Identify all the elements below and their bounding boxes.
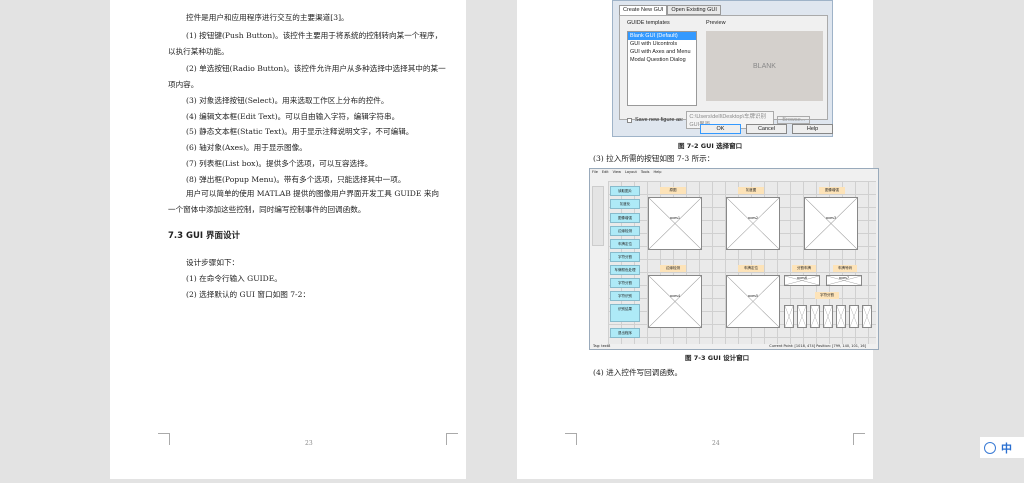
paragraph-line: (3) 对象选择按钮(Select)。用来选取工作区上分布的控件。 — [186, 96, 389, 105]
templates-list: Blank GUI (Default) GUI with Uicontrols … — [627, 31, 697, 106]
axes-placeholder — [849, 305, 859, 328]
push-button: 退出程序 — [610, 328, 640, 338]
paragraph-line: (3) 拉入所需的按钮如图 7-3 所示： — [593, 154, 715, 163]
menu-item: View — [612, 170, 621, 174]
axes-placeholder — [836, 305, 846, 328]
push-button: 字符识别 — [610, 291, 640, 301]
ime-logo-icon[interactable] — [984, 441, 996, 454]
axes-placeholder: axes1 — [648, 197, 702, 250]
paragraph-line: (4) 编辑文本框(Edit Text)。可以自由输入字符，编辑字符串。 — [186, 112, 400, 121]
template-item: GUI with Axes and Menu — [630, 49, 691, 55]
static-label: 字符分割 — [815, 292, 839, 299]
tag-status: Tag: text8 — [593, 344, 611, 348]
cancel-button: Cancel — [746, 124, 787, 134]
preview-label: Preview — [706, 20, 726, 26]
preview-box: BLANK — [706, 31, 823, 101]
gui-design-figure: File Edit View Layout Tools Help 读取图片 灰度… — [589, 168, 879, 350]
push-button: 识别结果 — [610, 304, 640, 322]
static-label: 车牌定位 — [738, 265, 764, 272]
axes-placeholder — [823, 305, 833, 328]
paragraph-line: 项内容。 — [168, 80, 199, 89]
static-label: 分割车牌 — [792, 265, 816, 272]
static-label: 原图 — [660, 187, 686, 194]
axes-placeholder — [810, 305, 820, 328]
axes-placeholder: axes4 — [648, 275, 702, 328]
menu-bar: File Edit View Layout Tools Help — [592, 170, 661, 174]
character-axes-row — [784, 305, 874, 328]
paragraph-line: (1) 按钮键(Push Button)。该控件主要用于将系统的控制转向某一个程… — [186, 31, 443, 40]
template-item: Modal Question Dialog — [630, 57, 686, 63]
push-button: 灰度化 — [610, 199, 640, 209]
help-button: Help — [792, 124, 833, 134]
axes-placeholder: axes5 — [726, 275, 780, 328]
paragraph-line: (8) 弹出框(Popup Menu)。带有多个选项，只能选择其中一项。 — [186, 175, 406, 184]
paragraph-line: (1) 在命令行输入 GUIDE。 — [186, 274, 282, 283]
paragraph-line: (2) 单选按钮(Radio Button)。该控件允许用户从多种选择中选择其中… — [186, 64, 446, 73]
tab-create-new-gui: Create New GUI — [619, 5, 668, 15]
guide-dialog-figure: Create New GUI Open Existing GUI GUIDE t… — [612, 0, 833, 137]
position-status: Current Point: [1018, 474] Position: [79… — [769, 344, 866, 348]
push-button: 图像增强 — [610, 213, 640, 223]
paragraph-line: (5) 静态文本框(Static Text)。用于显示注释说明文字，不可编辑。 — [186, 127, 414, 136]
paragraph-line: (6) 轴对象(Axes)。用于显示图像。 — [186, 143, 307, 152]
browse-button: Browse... — [777, 116, 811, 124]
axes-placeholder — [797, 305, 807, 328]
paragraph-line: 以执行某种功能。 — [168, 47, 229, 56]
templates-label: GUIDE templates — [627, 20, 670, 26]
figure-caption: 图 7-2 GUI 选择窗口 — [678, 142, 743, 150]
margin-corner — [565, 433, 577, 445]
tab-open-existing-gui: Open Existing GUI — [667, 5, 721, 15]
section-heading: 7.3 GUI 界面设计 — [168, 231, 241, 241]
paragraph-line: (7) 列表框(List box)。提供多个选项，可以互容选择。 — [186, 159, 373, 168]
margin-corner — [158, 433, 170, 445]
page-23: 控件是用户和应用程序进行交互的主要渠道[3]。 (1) 按钮键(Push But… — [110, 0, 466, 479]
axes-placeholder: axes7 — [826, 275, 862, 286]
axes-placeholder — [862, 305, 872, 328]
static-label: 灰度图 — [738, 187, 764, 194]
component-palette — [592, 186, 604, 246]
layout-grid: 读取图片 灰度化 图像增强 边缘检测 车牌定位 字符分割 车牌颜色处理 字符分割… — [608, 181, 876, 344]
paragraph-line: 设计步骤如下： — [186, 258, 240, 267]
margin-corner — [446, 433, 458, 445]
dialog-panel: GUIDE templates Preview Blank GUI (Defau… — [619, 15, 828, 129]
template-item: Blank GUI (Default) — [628, 32, 696, 40]
paragraph-line: 一个窗体中添加这些控制，同时编写控制事件的回调函数。 — [168, 205, 366, 214]
paragraph-line: 控件是用户和应用程序进行交互的主要渠道[3]。 — [186, 13, 349, 22]
ime-language-toggle[interactable]: 中 — [1001, 440, 1012, 456]
static-label: 图像增强 — [819, 187, 845, 194]
static-label: 车牌号码 — [833, 265, 857, 272]
page-number: 24 — [712, 440, 720, 447]
paragraph-line: 用户可以简单的使用 MATLAB 提供的图像用户界面开发工具 GUIDE 来向 — [186, 189, 440, 198]
ok-button: OK — [700, 124, 741, 134]
axes-placeholder: axes2 — [726, 197, 780, 250]
paragraph-line: (2) 选择默认的 GUI 窗口如图 7-2： — [186, 290, 311, 299]
axes-placeholder: axes6 — [784, 275, 820, 286]
margin-corner — [853, 433, 865, 445]
input-method-widget[interactable]: 中 — [980, 437, 1024, 458]
push-button: 字符分割 — [610, 278, 640, 288]
save-label: Save new figure as: — [635, 117, 684, 123]
push-button: 读取图片 — [610, 186, 640, 196]
page-24: Create New GUI Open Existing GUI GUIDE t… — [517, 0, 879, 479]
push-button: 车牌颜色处理 — [610, 265, 640, 275]
axes-placeholder: axes3 — [804, 197, 858, 250]
static-label: 边缘检测 — [660, 265, 686, 272]
menu-item: Tools — [640, 170, 650, 174]
push-button: 车牌定位 — [610, 239, 640, 249]
menu-item: File — [592, 170, 598, 174]
menu-item: Edit — [601, 170, 609, 174]
page-number: 23 — [305, 440, 313, 447]
figure-caption: 图 7-3 GUI 设计窗口 — [685, 354, 750, 362]
axes-placeholder — [784, 305, 794, 328]
push-button: 字符分割 — [610, 252, 640, 262]
menu-item: Help — [653, 170, 662, 174]
checkbox-icon — [627, 117, 632, 123]
template-item: GUI with Uicontrols — [630, 41, 678, 47]
push-button: 边缘检测 — [610, 226, 640, 236]
menu-item: Layout — [624, 170, 637, 174]
paragraph-line: (4) 进入控件写回调函数。 — [593, 368, 683, 377]
